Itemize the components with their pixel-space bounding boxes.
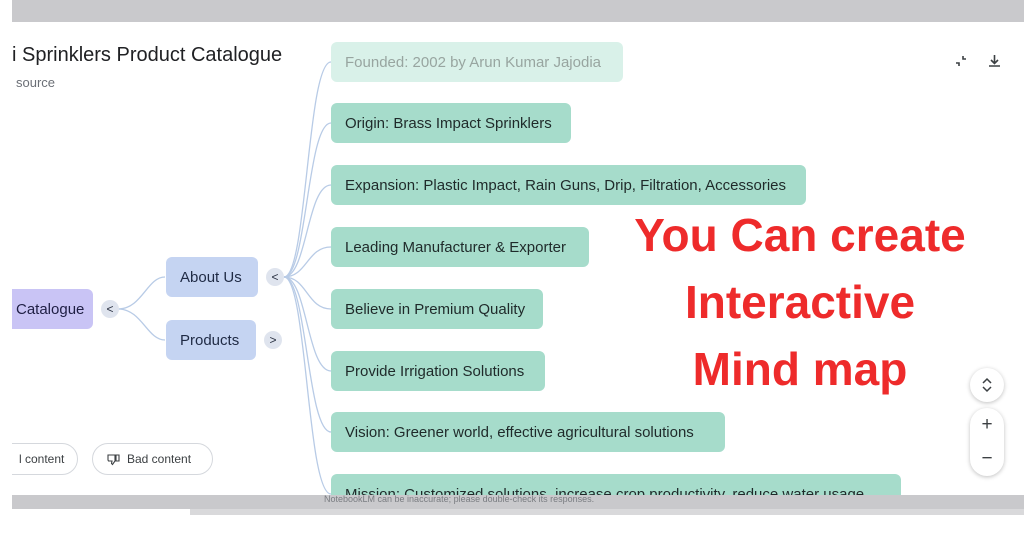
zoom-in-button[interactable]: +	[981, 408, 992, 442]
root-collapse-toggle[interactable]: <	[101, 300, 119, 318]
overlay-line: You Can create	[634, 209, 966, 261]
bottom-strip	[190, 509, 1024, 515]
child-node-label: Founded: 2002 by Arun Kumar Jajodia	[345, 53, 602, 71]
child-node-label: Leading Manufacturer & Exporter	[345, 238, 566, 256]
thumbs-down-icon	[107, 453, 120, 466]
overlay-line: Mind map	[692, 343, 908, 395]
child-node-label: Vision: Greener world, effective agricul…	[345, 423, 694, 441]
child-node-founded[interactable]: Founded: 2002 by Arun Kumar Jajodia	[331, 42, 623, 82]
child-node-label: Origin: Brass Impact Sprinklers	[345, 114, 552, 132]
child-node-label: Provide Irrigation Solutions	[345, 362, 525, 380]
child-node-label: Believe in Premium Quality	[345, 300, 526, 318]
branch-label: About Us	[180, 268, 242, 286]
root-node-label: Catalogue	[16, 300, 85, 318]
child-node-irrigation[interactable]: Provide Irrigation Solutions	[331, 351, 545, 391]
branch-about-us[interactable]: About Us	[166, 257, 258, 297]
about-us-collapse-toggle[interactable]: <	[266, 268, 284, 286]
products-expand-toggle[interactable]: >	[264, 331, 282, 349]
overlay-line: Interactive	[684, 276, 916, 328]
child-node-vision[interactable]: Vision: Greener world, effective agricul…	[331, 412, 725, 452]
zoom-out-button[interactable]: −	[981, 442, 992, 476]
window-top-bar	[12, 0, 1024, 22]
mindmap-root-node[interactable]: Catalogue	[12, 289, 93, 329]
child-node-expansion[interactable]: Expansion: Plastic Impact, Rain Guns, Dr…	[331, 165, 806, 205]
zoom-controls: + −	[970, 408, 1004, 476]
disclaimer-text: NotebookLM can be inaccurate; please dou…	[324, 494, 595, 504]
child-node-quality[interactable]: Believe in Premium Quality	[331, 289, 543, 329]
child-node-origin[interactable]: Origin: Brass Impact Sprinklers	[331, 103, 571, 143]
branch-products[interactable]: Products	[166, 320, 256, 360]
good-content-button[interactable]: l content	[12, 443, 78, 475]
child-node-mission[interactable]: Mission: Customized solutions, increase …	[331, 474, 901, 495]
child-node-leading[interactable]: Leading Manufacturer & Exporter	[331, 227, 589, 267]
promo-overlay-text: You Can create Interactive Mind map	[600, 202, 1000, 403]
child-node-label: Expansion: Plastic Impact, Rain Guns, Dr…	[345, 176, 787, 194]
left-edge	[0, 0, 12, 538]
good-content-label: l content	[19, 452, 65, 466]
bad-content-button[interactable]: Bad content	[92, 443, 213, 475]
child-node-label: Mission: Customized solutions, increase …	[345, 485, 865, 496]
bad-content-label: Bad content	[127, 452, 192, 466]
branch-label: Products	[180, 331, 240, 349]
